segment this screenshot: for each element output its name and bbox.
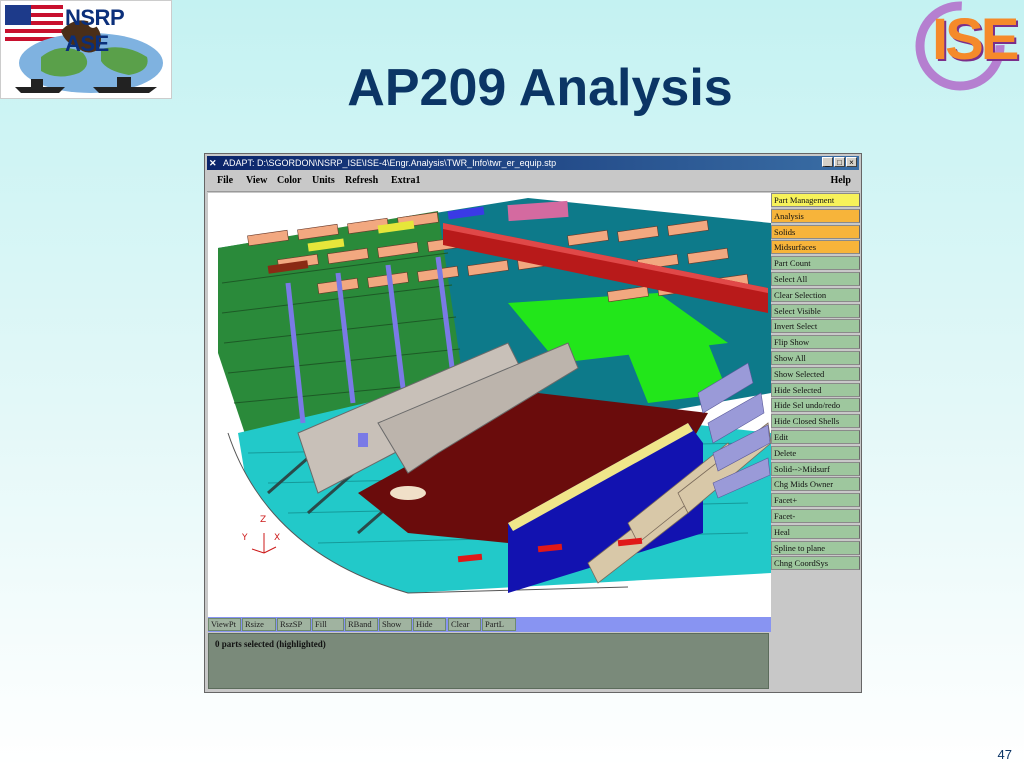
side-button-facet[interactable]: Facet-	[771, 509, 860, 523]
bottom-toolbar: ViewPt Rsize RszSP Fill RBand Show Hide …	[208, 617, 771, 632]
menu-units[interactable]: Units	[312, 175, 335, 186]
menu-color[interactable]: Color	[277, 175, 301, 186]
side-button-analysis[interactable]: Analysis	[771, 208, 860, 223]
partl-button[interactable]: PartL	[482, 618, 516, 631]
side-button-flip-show[interactable]: Flip Show	[771, 335, 860, 350]
3d-viewport[interactable]: Z Y X	[208, 193, 771, 617]
rband-button[interactable]: RBand	[345, 618, 378, 631]
side-button-part-management[interactable]: Part Management	[771, 193, 860, 207]
side-button-delete[interactable]: Delete	[771, 445, 860, 460]
side-button-chg-mids-owner[interactable]: Chg Mids Owner	[771, 477, 860, 492]
side-button-facet[interactable]: Facet+	[771, 493, 860, 508]
side-button-hide-selected[interactable]: Hide Selected	[771, 382, 860, 397]
side-button-select-all[interactable]: Select All	[771, 272, 860, 286]
nsrp-logo-text: NSRP ASE	[65, 5, 124, 56]
side-button-part-count[interactable]: Part Count	[771, 256, 860, 271]
status-message: 0 parts selected (highlighted)	[215, 639, 326, 649]
rszsp-button[interactable]: RszSP	[277, 618, 311, 631]
menu-extra1[interactable]: Extra1	[391, 175, 420, 186]
side-button-edit[interactable]: Edit	[771, 430, 860, 444]
side-button-clear-selection[interactable]: Clear Selection	[771, 287, 860, 302]
close-button[interactable]: ×	[846, 157, 857, 167]
side-button-solids[interactable]: Solids	[771, 224, 860, 239]
side-button-show-all[interactable]: Show All	[771, 351, 860, 365]
side-button-hide-closed-shells[interactable]: Hide Closed Shells	[771, 414, 860, 429]
menu-file[interactable]: File	[217, 175, 233, 186]
page-number: 47	[997, 747, 1012, 762]
side-button-show-selected[interactable]: Show Selected	[771, 366, 860, 381]
side-button-solid-midsurf[interactable]: Solid-->Midsurf	[771, 461, 860, 476]
hide-button[interactable]: Hide	[413, 618, 446, 631]
slide-title: AP209 Analysis	[347, 59, 733, 117]
side-button-panel: Part Management Analysis Solids Midsurfaces…	[771, 193, 861, 691]
side-button-invert-select[interactable]: Invert Select	[771, 319, 860, 334]
adapt-window: ✕ ADAPT: D:\SGORDON\NSRP_ISE\ISE-4\Engr.…	[204, 153, 862, 693]
menu-refresh[interactable]: Refresh	[345, 175, 378, 186]
clear-button[interactable]: Clear	[448, 618, 481, 631]
rsize-button[interactable]: Rsize	[242, 618, 276, 631]
minimize-button[interactable]: _	[822, 157, 833, 167]
maximize-button[interactable]: □	[834, 157, 845, 167]
axis-label-z: Z	[260, 515, 267, 525]
side-button-midsurfaces[interactable]: Midsurfaces	[771, 240, 860, 255]
app-x-icon: ✕	[209, 158, 217, 168]
side-button-chng-coordsys[interactable]: Chng CoordSys	[771, 556, 860, 571]
ship-hull-model	[208, 198, 771, 617]
axis-label-y: Y	[242, 533, 248, 543]
window-title: ADAPT: D:\SGORDON\NSRP_ISE\ISE-4\Engr.An…	[223, 158, 557, 168]
menu-view[interactable]: View	[246, 175, 267, 186]
side-button-select-visible[interactable]: Select Visible	[771, 303, 860, 318]
window-titlebar[interactable]: ✕ ADAPT: D:\SGORDON\NSRP_ISE\ISE-4\Engr.…	[207, 156, 859, 170]
fill-button[interactable]: Fill	[312, 618, 344, 631]
side-button-hide-sel-undo-redo[interactable]: Hide Sel undo/redo	[771, 398, 860, 413]
axis-label-x: X	[274, 533, 281, 543]
menu-help[interactable]: Help	[830, 175, 851, 186]
viewpt-button[interactable]: ViewPt	[208, 618, 241, 631]
menu-bar: File View Color Units Refresh Extra1 Hel…	[207, 171, 859, 192]
status-area: 0 parts selected (highlighted)	[208, 633, 769, 689]
side-button-spline-to-plane[interactable]: Spline to plane	[771, 540, 860, 555]
show-button[interactable]: Show	[379, 618, 412, 631]
side-button-heal[interactable]: Heal	[771, 524, 860, 539]
